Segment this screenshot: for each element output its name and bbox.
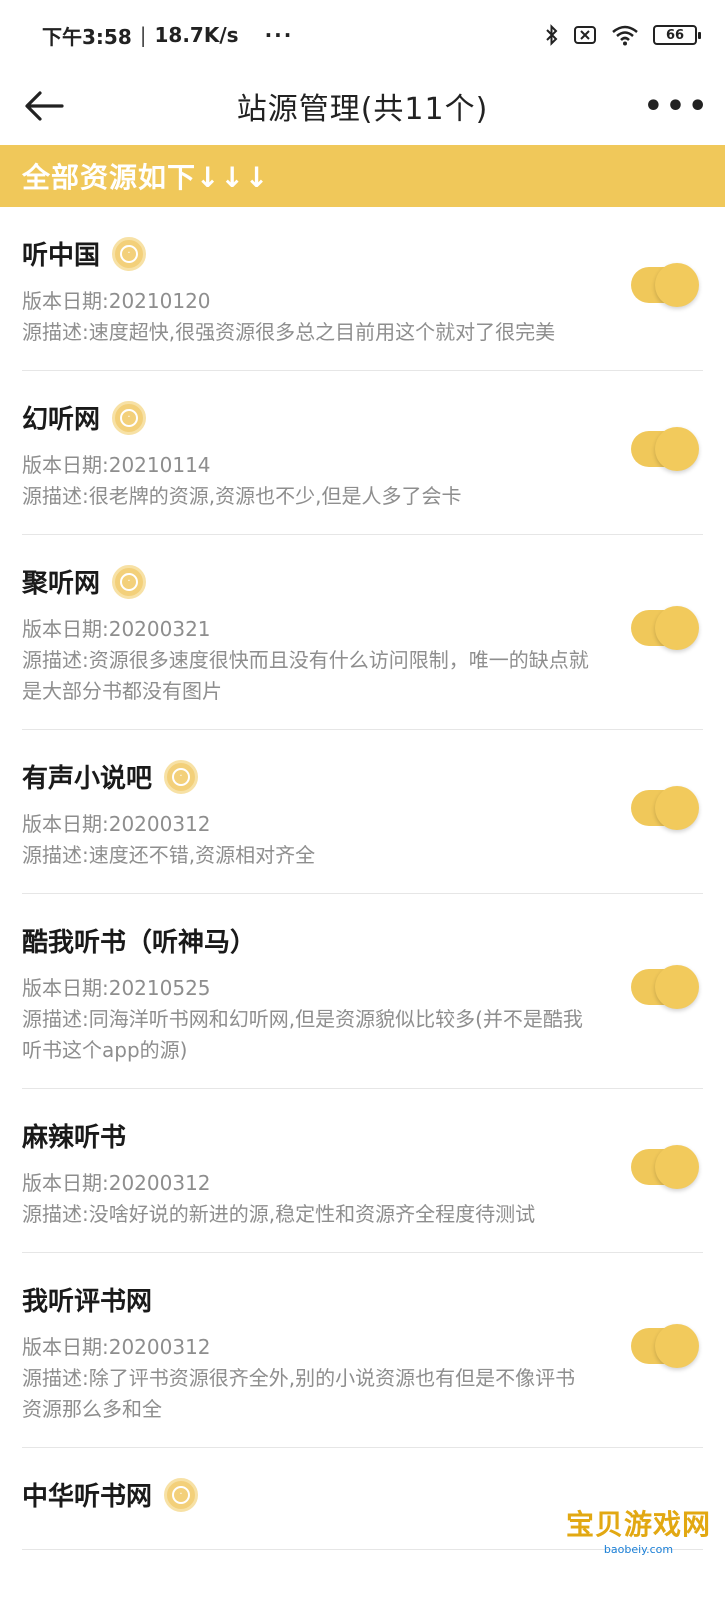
- source-name-row: 酷我听书（听神马）: [22, 922, 593, 959]
- source-enable-toggle[interactable]: [631, 1144, 699, 1189]
- source-item: 麻辣听书版本日期:20200312 源描述:没啥好说的新进的源,稳定性和资源齐全程…: [22, 1089, 703, 1253]
- toggle-knob: [655, 426, 699, 471]
- quality-badge-icon: ·: [112, 564, 147, 599]
- source-name: 有声小说吧: [22, 764, 153, 794]
- source-description: 源描述:除了评书资源很齐全外,别的小说资源也有但是不像评书资源那么多和全: [22, 1366, 576, 1421]
- source-enable-toggle[interactable]: [631, 965, 699, 1009]
- source-item: 我听评书网版本日期:20200312 源描述:除了评书资源很齐全外,别的小说资源也…: [22, 1253, 703, 1448]
- badge-inner-icon: ·: [172, 1485, 191, 1504]
- source-version-date: 版本日期:20200312: [22, 1171, 211, 1195]
- source-enable-toggle[interactable]: [631, 262, 699, 307]
- quality-badge-icon: ·: [164, 759, 199, 794]
- more-options-button[interactable]: •••: [644, 80, 708, 132]
- watermark-sub: baobeiy.com: [603, 1543, 674, 1556]
- badge-inner-icon: ·: [120, 408, 139, 427]
- source-name: 我听评书网: [22, 1287, 153, 1317]
- watermark-main: 宝贝游戏网: [565, 1508, 711, 1541]
- status-separator: |: [139, 23, 147, 47]
- toggle-knob: [655, 262, 699, 307]
- quality-badge-icon: ·: [112, 236, 147, 271]
- source-enable-toggle[interactable]: [631, 606, 699, 650]
- battery-icon: 66: [653, 25, 701, 45]
- toggle-knob: [655, 1144, 699, 1189]
- source-name: 麻辣听书: [22, 1123, 127, 1153]
- source-description: 源描述:没啥好说的新进的源,稳定性和资源齐全程度待测试: [22, 1202, 536, 1226]
- source-name: 听中国: [22, 241, 101, 271]
- source-name-row: 我听评书网: [22, 1281, 593, 1318]
- source-description: 源描述:速度超快,很强资源很多总之目前用这个就对了很完美: [22, 320, 556, 344]
- source-description: 源描述:速度还不错,资源相对齐全: [22, 843, 316, 867]
- source-item: 聚听网 · 版本日期:20200321 源描述:资源很多速度很快而且没有什么访问限制，…: [22, 535, 703, 730]
- source-description: 源描述:资源很多速度很快而且没有什么访问限制，唯一的缺点就是大部分书都没有图片: [22, 648, 589, 703]
- wifi-icon: [612, 25, 638, 46]
- source-name-row: 有声小说吧 ·: [22, 758, 593, 795]
- battery-level: 66: [665, 27, 685, 43]
- source-name-row: 聚听网 ·: [22, 563, 593, 600]
- source-name-row: 幻听网 ·: [22, 399, 593, 436]
- arrow-left-icon: [25, 91, 64, 121]
- toggle-knob: [655, 1324, 699, 1368]
- quality-badge-icon: ·: [112, 400, 147, 435]
- source-version-date: 版本日期:20200312: [22, 1335, 211, 1359]
- source-name: 酷我听书（听神马）: [22, 928, 257, 958]
- status-right: 66: [545, 24, 701, 46]
- source-version-date: 版本日期:20210114: [22, 453, 211, 477]
- source-description: 源描述:同海洋听书网和幻听网,但是资源貌似比较多(并不是酷我听书这个app的源): [22, 1007, 583, 1062]
- status-time: 下午3:58: [42, 24, 132, 49]
- source-item: 酷我听书（听神马） 版本日期:20210525 源描述:同海洋听书网和幻听网,但是资…: [22, 894, 703, 1089]
- badge-inner-icon: ·: [120, 572, 139, 591]
- source-item: 幻听网 · 版本日期:20210114 源描述:很老牌的资源,资源也不少,但是人多了会…: [22, 371, 703, 535]
- no-sim-icon: [574, 26, 596, 44]
- back-button[interactable]: [18, 80, 70, 132]
- toggle-knob: [655, 606, 699, 650]
- source-enable-toggle[interactable]: [631, 1324, 699, 1368]
- toggle-knob: [655, 965, 699, 1009]
- status-left: 下午3:58 | 18.7K/s ···: [42, 21, 293, 50]
- source-description: 源描述:很老牌的资源,资源也不少,但是人多了会卡: [22, 484, 462, 508]
- page-title: 站源管理(共11个): [236, 92, 489, 127]
- source-version-date: 版本日期:20210525: [22, 976, 211, 1000]
- source-item: 听中国 · 版本日期:20210120 源描述:速度超快,很强资源很多总之目前用这个就…: [22, 207, 703, 371]
- resources-banner: 全部资源如下↓↓↓: [0, 145, 725, 207]
- source-enable-toggle[interactable]: [631, 785, 699, 830]
- bluetooth-icon: [546, 24, 558, 46]
- source-name-row: 中华听书网 ·: [22, 1476, 593, 1513]
- source-version-date: 版本日期:20200321: [22, 617, 211, 641]
- source-enable-toggle[interactable]: [631, 426, 699, 471]
- source-version-date: 版本日期:20200312: [22, 812, 211, 836]
- top-app-bar: 站源管理(共11个) •••: [0, 70, 725, 142]
- source-name: 中华听书网: [22, 1482, 153, 1512]
- source-item: 有声小说吧 · 版本日期:20200312 源描述:速度还不错,资源相对齐全: [22, 730, 703, 894]
- source-version-date: 版本日期:20210120: [22, 289, 211, 313]
- source-name-row: 听中国 ·: [22, 235, 593, 272]
- badge-inner-icon: ·: [172, 767, 191, 786]
- status-bar: 下午3:58 | 18.7K/s ··· 66: [0, 0, 725, 70]
- status-more-dots: ···: [264, 23, 294, 47]
- source-list: 听中国 · 版本日期:20210120 源描述:速度超快,很强资源很多总之目前用这个就…: [0, 207, 725, 1550]
- status-network-speed: 18.7K/s: [154, 23, 239, 47]
- source-name-row: 麻辣听书: [22, 1117, 593, 1154]
- quality-badge-icon: ·: [164, 1477, 199, 1512]
- source-name: 幻听网: [22, 405, 101, 435]
- toggle-knob: [655, 785, 699, 830]
- source-name: 聚听网: [22, 569, 101, 599]
- site-watermark: 宝贝游戏网 baobeiy.com: [566, 1503, 711, 1556]
- badge-inner-icon: ·: [120, 244, 139, 263]
